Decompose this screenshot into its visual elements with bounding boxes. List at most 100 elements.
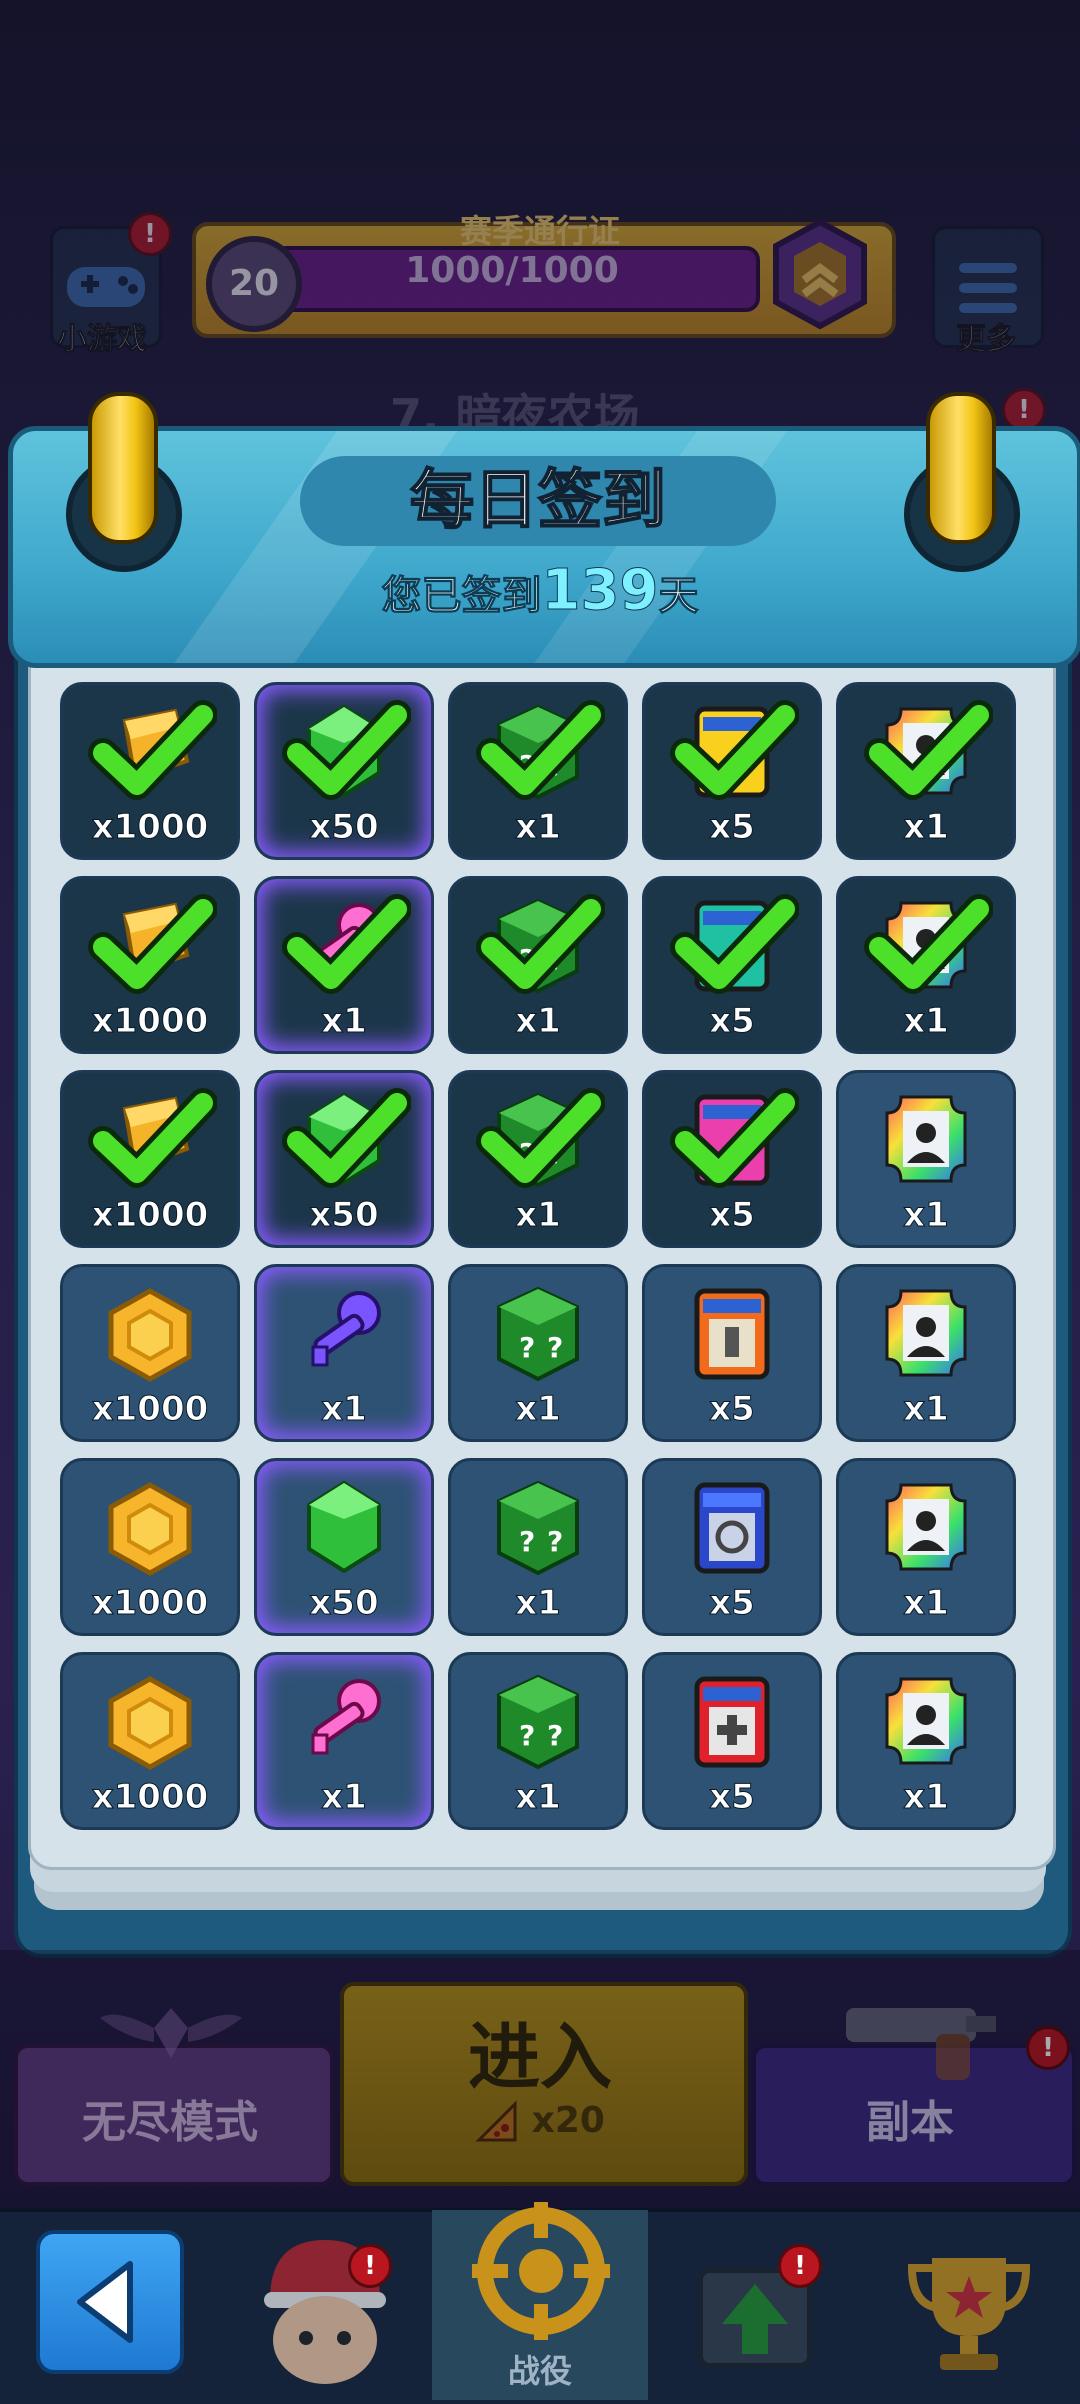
checkmark-icon	[863, 891, 994, 1001]
reward-cell[interactable]: ?? x1	[448, 1652, 628, 1830]
reward-cell[interactable]: x1	[836, 1458, 1016, 1636]
reward-cell[interactable]: ?? x1	[448, 1264, 628, 1442]
avatar-frame-icon	[881, 1283, 971, 1383]
pizza-icon	[475, 2100, 517, 2142]
pass-progress-text: 1000/1000	[405, 250, 619, 291]
mystery-cube-icon: ??	[493, 1477, 583, 1577]
reward-cell[interactable]: x5	[642, 1070, 822, 1248]
reward-quantity: x5	[709, 1389, 756, 1430]
enter-cost: x20	[340, 2100, 740, 2144]
mystery-cube-icon: ??	[493, 1283, 583, 1383]
reward-cell[interactable]: x1	[836, 1652, 1016, 1830]
reward-quantity: x1	[321, 1777, 368, 1818]
reward-quantity: x50	[309, 1583, 379, 1624]
reward-quantity: x5	[709, 1195, 756, 1236]
reward-cell[interactable]: x1000	[60, 1070, 240, 1248]
reward-quantity: x1	[321, 1001, 368, 1042]
reward-cell[interactable]: x1	[836, 1070, 1016, 1248]
gold-coin-icon	[105, 1283, 195, 1383]
reward-cell[interactable]: x5	[642, 1458, 822, 1636]
reward-cell[interactable]: x1	[254, 1264, 434, 1442]
binder-ring	[926, 392, 996, 544]
reward-cell[interactable]: x50	[254, 1070, 434, 1248]
reward-cell[interactable]: x1	[254, 876, 434, 1054]
reward-cell[interactable]: x50	[254, 682, 434, 860]
svg-text:?: ?	[547, 1331, 563, 1364]
mystery-cube-icon: ??	[493, 1671, 583, 1771]
red-card-icon	[687, 1671, 777, 1771]
alert-badge: !	[128, 212, 172, 256]
calendar-title: 每日签到	[409, 463, 667, 539]
reward-cell[interactable]: x5	[642, 1652, 822, 1830]
trophy-icon[interactable]	[904, 2244, 1034, 2384]
gun-icon	[846, 2008, 996, 2080]
reward-quantity: x1	[903, 807, 950, 848]
svg-text:?: ?	[519, 1525, 535, 1558]
reward-quantity: x1000	[91, 1583, 209, 1624]
checkmark-icon	[281, 1085, 412, 1195]
reward-cell[interactable]: x1000	[60, 1652, 240, 1830]
reward-cell[interactable]: x5	[642, 682, 822, 860]
pass-level-badge: 20	[206, 236, 302, 332]
reward-cell[interactable]: x5	[642, 1264, 822, 1442]
checkmark-icon	[87, 1085, 218, 1195]
reward-cell[interactable]: x1000	[60, 1264, 240, 1442]
binder-ring	[88, 392, 158, 544]
checkmark-icon	[669, 1085, 800, 1195]
gold-coin-icon	[105, 1671, 195, 1771]
pink-key-icon	[299, 1671, 389, 1771]
checkmark-icon	[475, 891, 606, 1001]
reward-cell[interactable]: x1000	[60, 1458, 240, 1636]
checkmark-icon	[281, 697, 412, 807]
alert-badge: !	[778, 2244, 822, 2288]
reward-quantity: x5	[709, 1583, 756, 1624]
reward-cell[interactable]: x5	[642, 876, 822, 1054]
svg-text:?: ?	[547, 1525, 563, 1558]
reward-cell[interactable]: x1	[836, 682, 1016, 860]
reward-quantity: x1	[515, 1583, 562, 1624]
gold-coin-icon	[105, 1477, 195, 1577]
winged-emblem-icon	[100, 2008, 242, 2058]
checkmark-icon	[669, 891, 800, 1001]
reward-quantity: x1000	[91, 1777, 209, 1818]
reward-quantity: x1	[515, 807, 562, 848]
reward-quantity: x1	[515, 1195, 562, 1236]
reward-cell[interactable]: x1	[836, 1264, 1016, 1442]
reward-quantity: x1	[515, 1777, 562, 1818]
more-label: 更多	[956, 322, 1017, 358]
reward-cell[interactable]: ?? x1	[448, 876, 628, 1054]
reward-quantity: x1	[903, 1777, 950, 1818]
svg-text:?: ?	[519, 1331, 535, 1364]
endless-mode-label: 无尽模式	[82, 2097, 258, 2148]
checkmark-icon	[475, 697, 606, 807]
back-button[interactable]	[36, 2230, 184, 2374]
minigame-label: 小游戏	[57, 322, 148, 358]
reward-quantity: x1	[903, 1583, 950, 1624]
reward-quantity: x1	[903, 1195, 950, 1236]
reward-cell[interactable]: ?? x1	[448, 1458, 628, 1636]
reward-quantity: x1000	[91, 1001, 209, 1042]
reward-quantity: x1	[515, 1001, 562, 1042]
orange-card-icon	[687, 1283, 777, 1383]
reward-cell[interactable]: ?? x1	[448, 1070, 628, 1248]
blue-card-icon	[687, 1477, 777, 1577]
rank-shield-icon	[773, 218, 867, 330]
reward-cell[interactable]: x1000	[60, 876, 240, 1054]
checkin-days: 139	[541, 558, 659, 624]
reward-cell[interactable]: x1000	[60, 682, 240, 860]
dungeon-label: 副本	[866, 2097, 954, 2148]
reward-cell[interactable]: x1	[254, 1652, 434, 1830]
checkmark-icon	[475, 1085, 606, 1195]
reward-cell[interactable]: x1	[836, 876, 1016, 1054]
checkin-count-text: 您已签到139天	[240, 558, 840, 624]
reward-cell[interactable]: x50	[254, 1458, 434, 1636]
alert-badge: !	[1026, 2026, 1070, 2070]
green-gem-icon	[299, 1477, 389, 1577]
reward-quantity: x1	[515, 1389, 562, 1430]
purple-key-icon	[299, 1283, 389, 1383]
avatar-frame-icon	[881, 1089, 971, 1189]
reward-cell[interactable]: ?? x1	[448, 682, 628, 860]
svg-text:?: ?	[519, 1719, 535, 1752]
alert-badge: !	[348, 2244, 392, 2288]
campaign-target-icon	[472, 2202, 610, 2340]
